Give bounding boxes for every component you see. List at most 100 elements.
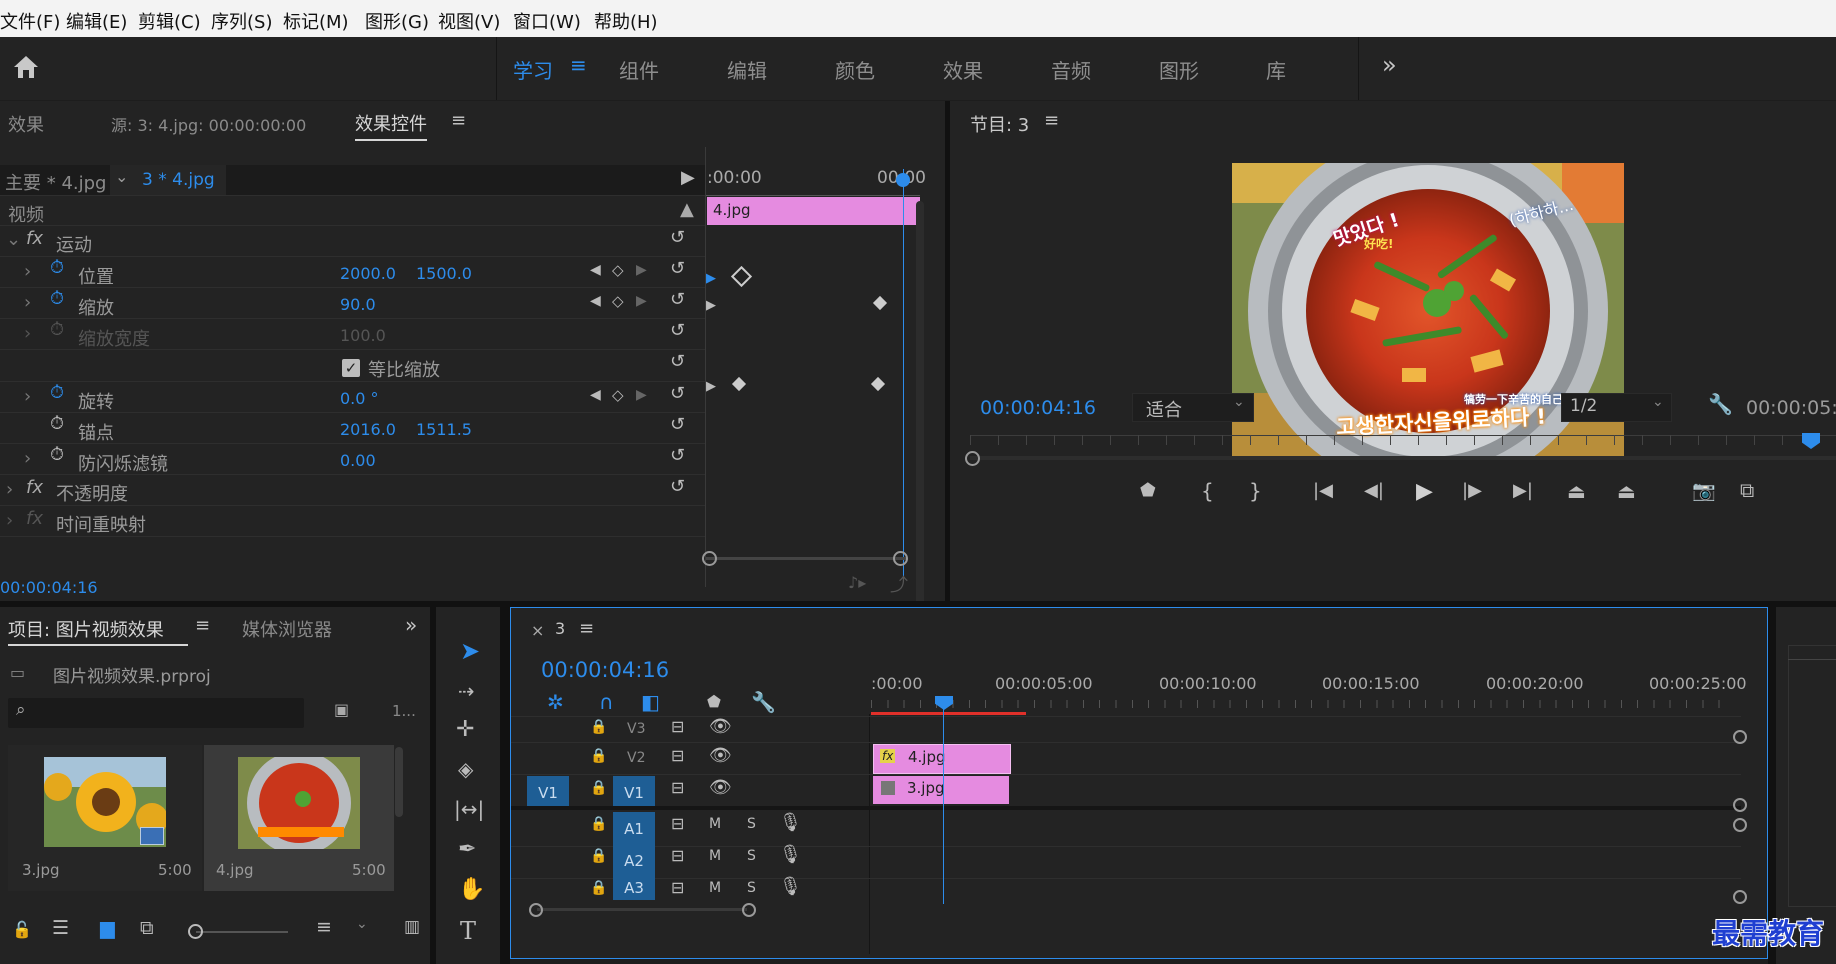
solo-button[interactable]: S [747, 848, 756, 864]
search-icon[interactable]: ⌕ [16, 700, 26, 720]
new-bin-icon[interactable]: ▣ [334, 700, 349, 719]
stopwatch-icon[interactable]: ⏱ [50, 257, 64, 278]
next-keyframe-icon[interactable]: ▶ [636, 262, 647, 278]
tab-effect-controls[interactable]: 效果控件 [355, 110, 427, 141]
project-item-3jpg[interactable]: 3.jpg 5:00 [8, 745, 202, 891]
lock-icon[interactable]: 🔒 [590, 848, 607, 864]
more-panels-icon[interactable]: » [405, 613, 417, 637]
timeline-ruler[interactable] [871, 700, 1726, 708]
panel-menu-icon[interactable]: ≡ [195, 615, 210, 636]
step-back-icon[interactable]: ◀| [1364, 480, 1384, 501]
microphone-icon[interactable]: 🎙 [779, 844, 802, 865]
track-zoom-handle[interactable] [1733, 730, 1747, 744]
chevron-down-icon[interactable]: ⌄ [1233, 394, 1245, 410]
expand-icon[interactable]: › [24, 386, 31, 407]
lift-icon[interactable]: ⏏ [1567, 479, 1586, 503]
track-zoom-handle[interactable] [1733, 818, 1747, 832]
mute-button[interactable]: M [709, 848, 721, 864]
source-patch-v1[interactable]: V1 [527, 776, 569, 810]
menu-view[interactable]: 视图(V) [438, 8, 500, 34]
track-label-v2[interactable]: V2 [627, 750, 645, 766]
razor-tool-icon[interactable]: ◈ [458, 757, 473, 781]
add-keyframe-icon[interactable]: ◇ [612, 261, 624, 279]
next-keyframe-icon[interactable]: ▶ [636, 387, 647, 403]
workspace-learn[interactable]: 学习 [513, 55, 553, 84]
mark-in-icon[interactable]: { [1201, 479, 1214, 503]
stopwatch-icon[interactable]: ⏱ [50, 382, 64, 403]
keyframe-icon[interactable] [731, 376, 747, 392]
expand-icon[interactable]: ⌄ [6, 229, 21, 250]
thumbnail-zoom-slider[interactable] [188, 924, 203, 939]
solo-button[interactable]: S [747, 816, 756, 832]
program-zoom-bar[interactable] [970, 456, 1836, 460]
expand-icon[interactable]: › [24, 448, 31, 469]
track-zoom-handle[interactable] [1733, 798, 1747, 812]
snap-icon[interactable]: ∩ [599, 690, 614, 714]
menu-window[interactable]: 窗口(W) [513, 8, 581, 34]
solo-button[interactable]: S [747, 880, 756, 896]
icon-view-icon[interactable]: ▆ [100, 917, 115, 939]
sync-lock-icon[interactable]: ⊟ [671, 878, 684, 897]
sort-icons-icon[interactable]: ≡ [316, 916, 332, 938]
add-keyframe-icon[interactable]: ◇ [612, 386, 624, 404]
track-zoom-handle[interactable] [1733, 890, 1747, 904]
reset-icon[interactable]: ↺ [670, 476, 685, 497]
automate-to-sequence-icon[interactable]: ▥ [404, 917, 420, 937]
export-frame-icon[interactable]: ⤴ [890, 571, 908, 597]
add-marker-icon[interactable]: ⬟ [707, 692, 721, 711]
nest-toggle-icon[interactable]: ✲ [547, 690, 564, 714]
reset-icon[interactable]: ↺ [670, 289, 685, 310]
compare-view-icon[interactable]: ⧉ [1740, 478, 1754, 502]
track-label-a2[interactable]: A2 [613, 844, 655, 878]
timeline-clip-v1[interactable]: 3.jpg [873, 776, 1009, 804]
position-x-value[interactable]: 2000.0 [340, 264, 396, 283]
program-title[interactable]: 节目: 3 [970, 111, 1029, 137]
effect-opacity-label[interactable]: 不透明度 [56, 480, 128, 506]
lock-icon[interactable]: 🔒 [590, 816, 607, 832]
effect-time-remap-label[interactable]: 时间重映射 [56, 511, 146, 537]
track-label-a3[interactable]: A3 [613, 876, 655, 900]
program-zoom-handle[interactable] [965, 451, 980, 466]
home-icon[interactable] [10, 51, 42, 83]
uniform-scale-checkbox[interactable]: ✓ [342, 359, 360, 377]
slip-tool-icon[interactable]: |↔| [454, 797, 484, 821]
freeform-view-icon[interactable]: ⧉ [140, 917, 154, 939]
track-select-tool-icon[interactable]: ⇢ [458, 679, 475, 703]
sync-lock-icon[interactable]: ⊟ [671, 746, 684, 765]
wrench-icon[interactable]: 🔧 [1708, 392, 1733, 416]
chevron-down-icon[interactable]: ⌄ [115, 167, 128, 186]
mute-button[interactable]: M [709, 880, 721, 896]
ec-playhead[interactable] [903, 169, 904, 579]
extract-icon[interactable]: ⏏ [1617, 479, 1636, 503]
workspace-graphics[interactable]: 图形 [1159, 55, 1199, 84]
lock-icon[interactable]: 🔓 [12, 920, 32, 939]
timeline-horizontal-scrollbar[interactable] [537, 908, 747, 911]
step-forward-icon[interactable]: |▶ [1462, 480, 1482, 501]
lock-icon[interactable]: 🔒 [590, 748, 607, 764]
workspace-assembly[interactable]: 组件 [619, 55, 659, 84]
anchor-y-value[interactable]: 1511.5 [416, 420, 472, 439]
timeline-timecode[interactable]: 00:00:04:16 [541, 658, 669, 682]
reset-icon[interactable]: ↺ [670, 445, 685, 466]
tab-media-browser[interactable]: 媒体浏览器 [242, 616, 332, 642]
menu-sequence[interactable]: 序列(S) [211, 8, 272, 34]
panel-menu-icon[interactable]: ≡ [451, 110, 466, 131]
expand-icon[interactable]: › [6, 510, 13, 531]
position-y-value[interactable]: 1500.0 [416, 264, 472, 283]
program-timecode[interactable]: 00:00:04:16 [980, 397, 1096, 419]
add-marker-icon[interactable]: ⬟ [1140, 480, 1156, 501]
reset-icon[interactable]: ↺ [670, 227, 685, 248]
track-label-v3[interactable]: V3 [627, 721, 645, 737]
sync-lock-icon[interactable]: ⊟ [671, 846, 684, 865]
lock-icon[interactable]: 🔒 [590, 780, 607, 796]
menu-marker[interactable]: 标记(M) [283, 8, 349, 34]
play-only-audio-icon[interactable]: ▶ [681, 167, 695, 188]
ec-playhead-handle[interactable] [896, 173, 910, 187]
expand-icon[interactable]: › [24, 292, 31, 313]
ec-zoom-handle-left[interactable] [702, 551, 717, 566]
timeline-clip-v2[interactable]: fx 4.jpg [873, 744, 1011, 774]
mute-button[interactable]: M [709, 816, 721, 832]
track-label-v1[interactable]: V1 [613, 776, 655, 810]
stopwatch-icon[interactable]: ⏱ [50, 413, 64, 434]
prev-keyframe-icon[interactable]: ◀ [590, 387, 601, 403]
